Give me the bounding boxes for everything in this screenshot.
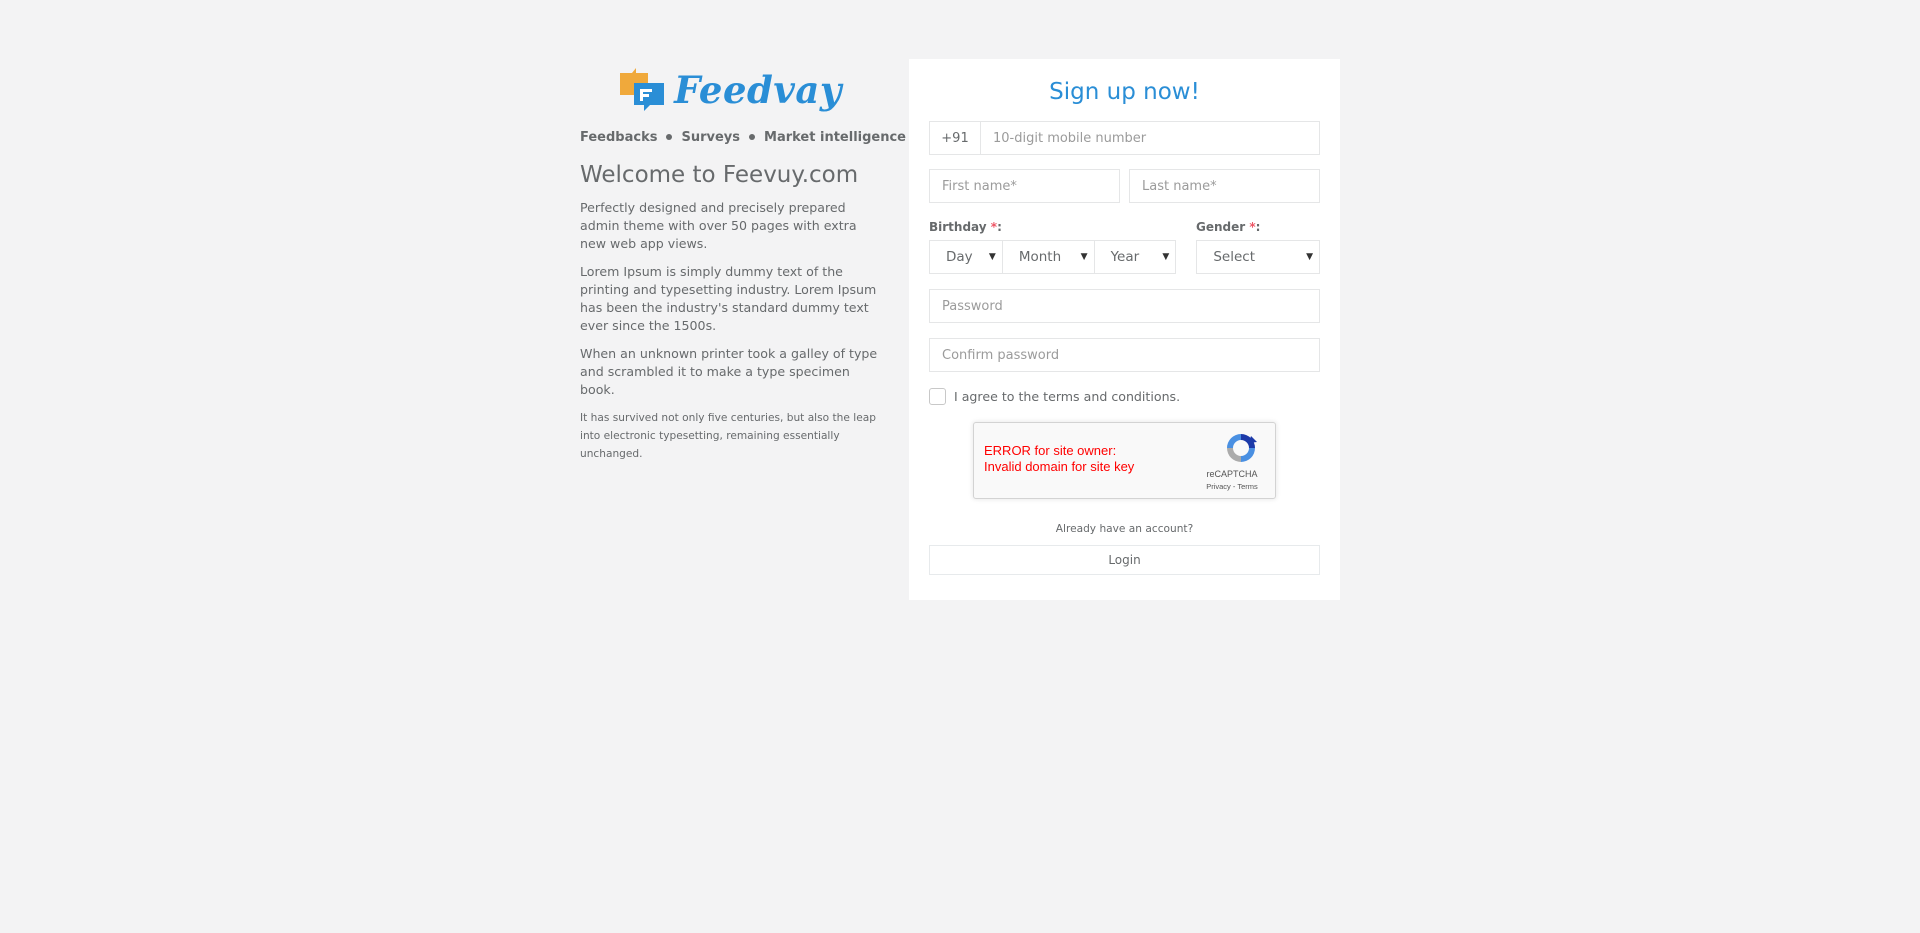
phone-group: +91	[929, 121, 1320, 155]
intro-panel: Feedvay Feedbacks Surveys Market intellige…	[580, 62, 906, 473]
recaptcha-error-line-2: Invalid domain for site key	[984, 459, 1135, 474]
signup-card: Sign up now! +91 Birthday *: Gender *: D…	[909, 59, 1340, 600]
login-button[interactable]: Login	[929, 545, 1320, 575]
chat-bubbles-logo-icon	[620, 68, 665, 111]
recaptcha-links: Privacy - Terms	[1206, 482, 1258, 491]
tagline-market-intelligence: Market intelligence	[764, 130, 906, 145]
country-code: +91	[930, 122, 981, 154]
month-select[interactable]: Month ▼	[1002, 240, 1095, 274]
name-row	[929, 169, 1320, 203]
caret-down-icon: ▼	[1080, 252, 1088, 262]
year-select-value: Year	[1110, 249, 1140, 265]
signup-title: Sign up now!	[1049, 79, 1200, 105]
welcome-heading: Welcome to Feevuy.com	[580, 162, 859, 188]
bullet-dot-icon	[749, 133, 756, 140]
recaptcha-error-line-1: ERROR for site owner:	[984, 443, 1117, 458]
terms-checkbox[interactable]	[929, 388, 946, 405]
recaptcha-terms-link[interactable]: Terms	[1237, 482, 1257, 491]
bullet-dot-icon	[666, 133, 673, 140]
recaptcha-brand: reCAPTCHA	[1206, 469, 1258, 479]
intro-paragraph-1: Perfectly designed and precisely prepare…	[580, 200, 857, 251]
mobile-number-input[interactable]	[981, 122, 1319, 154]
recaptcha-error: ERROR for site owner: Invalid domain for…	[984, 443, 1134, 475]
terms-label[interactable]: I agree to the terms and conditions.	[954, 389, 1180, 404]
terms-agreement: I agree to the terms and conditions.	[929, 388, 1320, 405]
tagline: Feedbacks Surveys Market intelligence	[580, 130, 906, 145]
tagline-surveys: Surveys	[681, 130, 741, 145]
caret-down-icon: ▼	[1306, 252, 1313, 262]
brand-name: Feedvay	[674, 67, 842, 112]
intro-paragraph-3: When an unknown printer took a galley of…	[580, 346, 878, 397]
password-input[interactable]	[929, 289, 1320, 323]
caret-down-icon: ▼	[988, 252, 996, 262]
brand-logo[interactable]: Feedvay	[580, 62, 880, 118]
intro-paragraph-2: Lorem Ipsum is simply dummy text of the …	[580, 264, 877, 333]
confirm-password-input[interactable]	[929, 338, 1320, 372]
birthday-gender-selects: Day ▼ Month ▼ Year ▼ Select ▼	[929, 240, 1320, 274]
month-select-value: Month	[1018, 249, 1062, 265]
gender-label: Gender *:	[1196, 220, 1261, 234]
day-select-value: Day	[946, 249, 973, 265]
caret-down-icon: ▼	[1162, 252, 1170, 262]
tagline-feedbacks: Feedbacks	[580, 130, 658, 145]
recaptcha-widget[interactable]: ERROR for site owner: Invalid domain for…	[973, 422, 1276, 499]
birthday-gender-labels: Birthday *: Gender *:	[929, 220, 1320, 234]
gender-select-value: Select	[1213, 249, 1255, 265]
recaptcha-logo-icon	[1221, 431, 1261, 469]
gender-select[interactable]: Select ▼	[1196, 240, 1320, 274]
day-select[interactable]: Day ▼	[929, 240, 1003, 274]
already-have-account-text: Already have an account?	[1055, 523, 1194, 535]
last-name-input[interactable]	[1129, 169, 1320, 203]
recaptcha-privacy-link[interactable]: Privacy	[1206, 482, 1231, 491]
intro-paragraph-4: It has survived not only five centuries,…	[580, 412, 876, 460]
year-select[interactable]: Year ▼	[1094, 240, 1177, 274]
birthday-label: Birthday *:	[929, 220, 1002, 234]
first-name-input[interactable]	[929, 169, 1120, 203]
